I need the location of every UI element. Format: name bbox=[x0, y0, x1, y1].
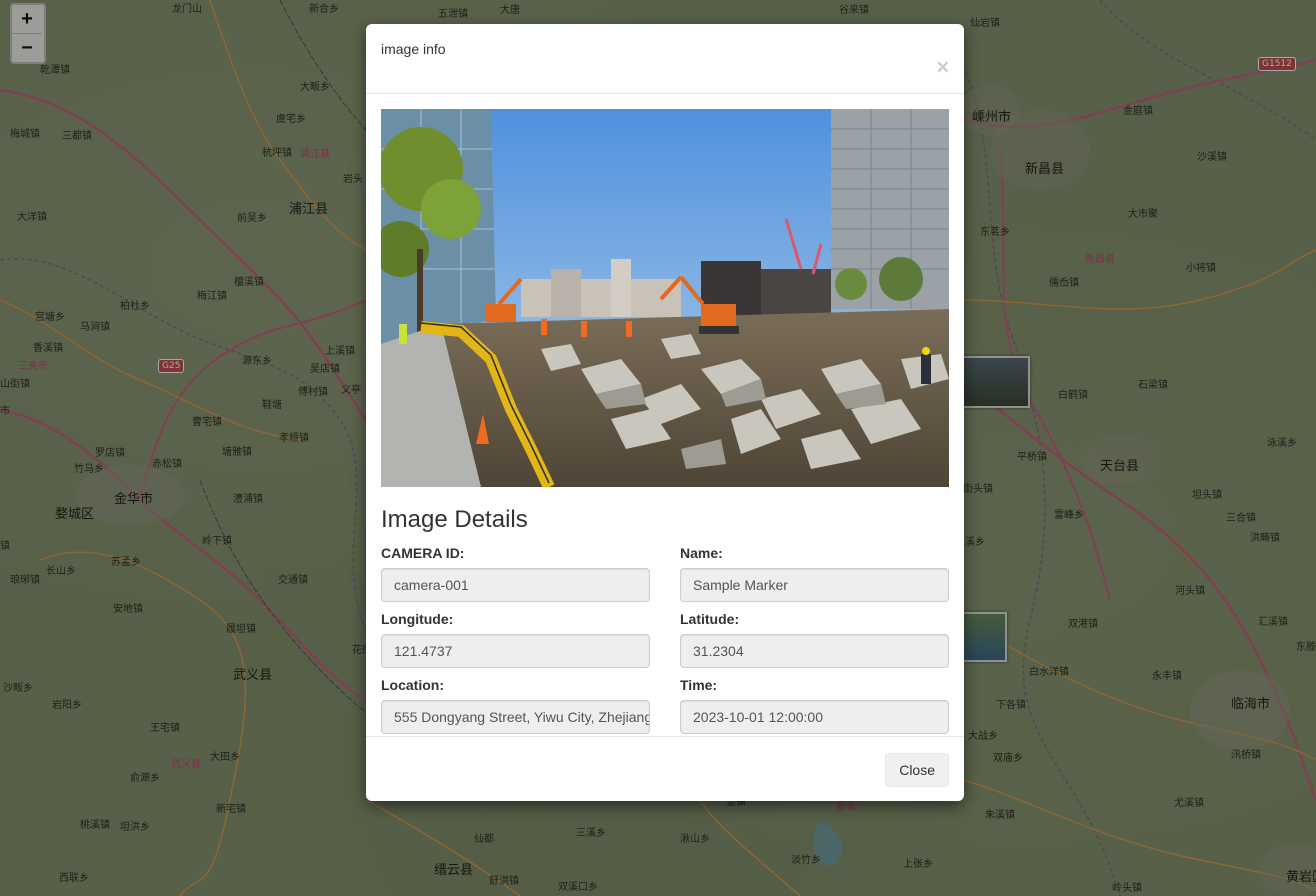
location-input[interactable]: 555 Dongyang Street, Yiwu City, Zhejiang… bbox=[381, 700, 650, 734]
location-label: Location: bbox=[381, 677, 444, 693]
close-button[interactable]: Close bbox=[885, 753, 949, 787]
time-field-group: Time: 2023-10-01 12:00:00 bbox=[680, 677, 949, 743]
latitude-field-group: Latitude: 31.2304 bbox=[680, 611, 949, 677]
camera-id-field-group: CAMERA ID: camera-001 bbox=[381, 545, 650, 611]
camera-id-input[interactable]: camera-001 bbox=[381, 568, 650, 602]
modal-footer: Close bbox=[366, 736, 964, 802]
name-input[interactable]: Sample Marker bbox=[680, 568, 949, 602]
close-icon[interactable]: × bbox=[937, 57, 949, 78]
latitude-label: Latitude: bbox=[680, 611, 740, 627]
details-form: CAMERA ID: camera-001 Name: Sample Marke… bbox=[381, 545, 949, 743]
time-label: Time: bbox=[680, 677, 718, 693]
longitude-input[interactable]: 121.4737 bbox=[381, 634, 650, 668]
longitude-label: Longitude: bbox=[381, 611, 454, 627]
camera-id-label: CAMERA ID: bbox=[381, 545, 465, 561]
time-input[interactable]: 2023-10-01 12:00:00 bbox=[680, 700, 949, 734]
modal-header: image info × bbox=[366, 24, 964, 94]
modal-title: image info bbox=[381, 41, 446, 57]
name-label: Name: bbox=[680, 545, 723, 561]
name-field-group: Name: Sample Marker bbox=[680, 545, 949, 611]
latitude-input[interactable]: 31.2304 bbox=[680, 634, 949, 668]
location-field-group: Location: 555 Dongyang Street, Yiwu City… bbox=[381, 677, 650, 743]
modal-body: Image Details CAMERA ID: camera-001 Name… bbox=[381, 109, 949, 743]
longitude-field-group: Longitude: 121.4737 bbox=[381, 611, 650, 677]
image-info-modal: image info × Image Details CAMERA ID: ca… bbox=[366, 24, 964, 801]
construction-site-photo bbox=[381, 109, 949, 487]
section-title: Image Details bbox=[381, 506, 528, 533]
